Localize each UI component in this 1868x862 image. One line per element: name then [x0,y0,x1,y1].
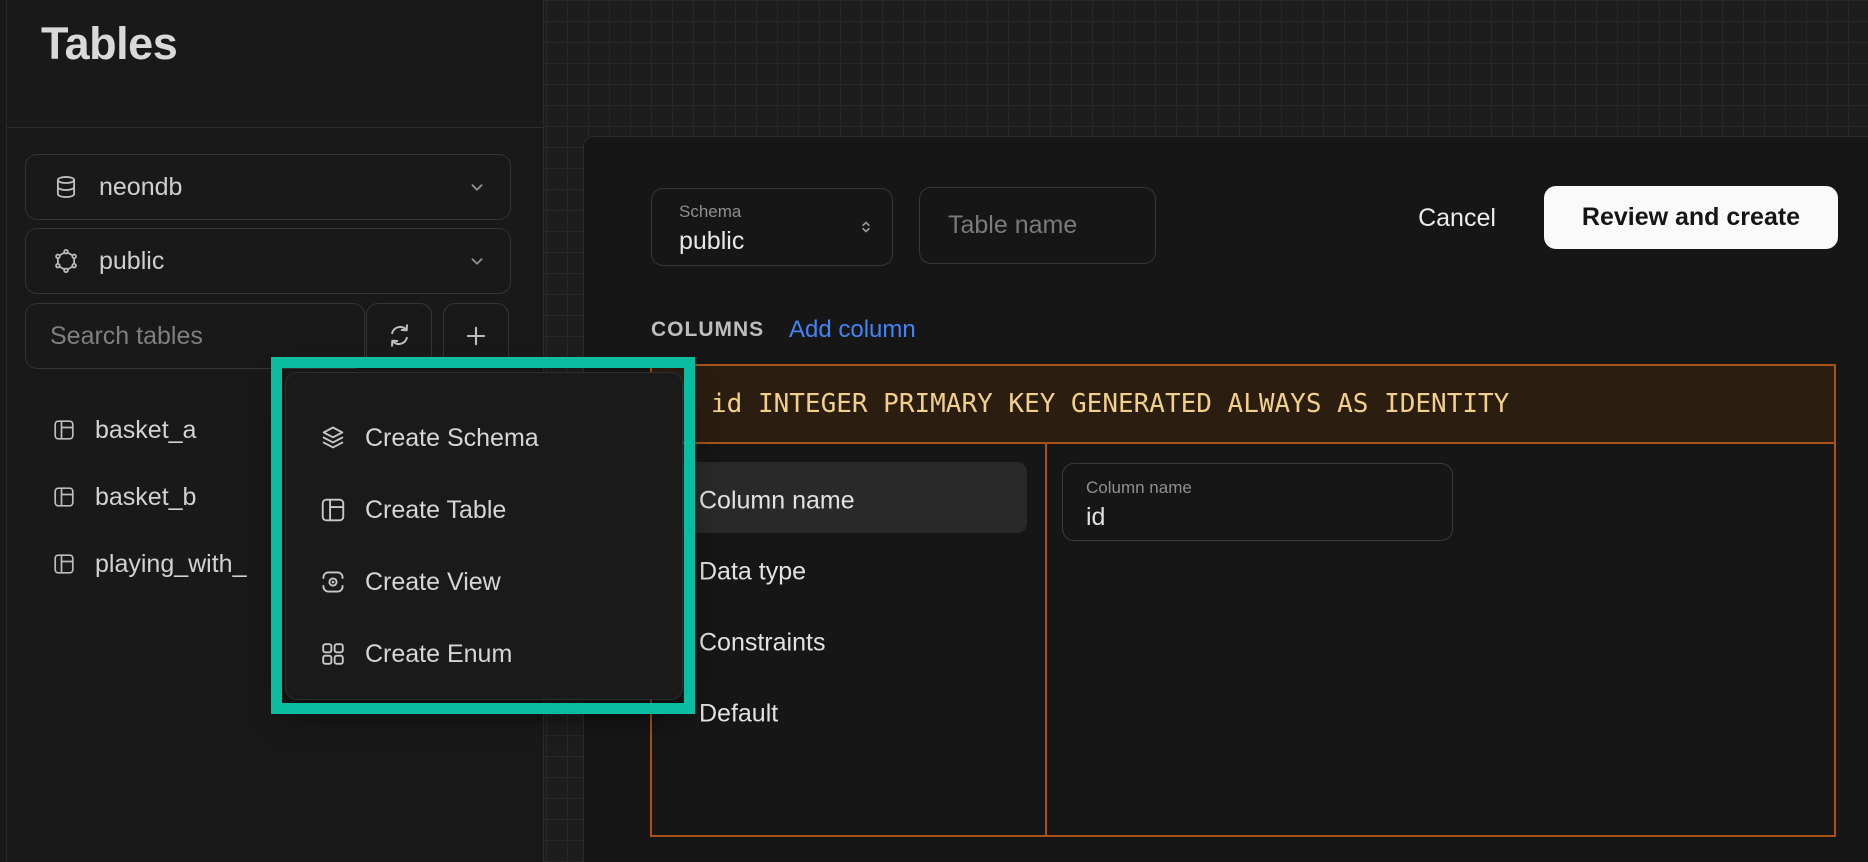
table-row-basket-b[interactable]: basket_b [52,480,196,514]
table-row-label: basket_b [95,483,196,512]
table-row-label: playing_with_ [95,550,247,579]
chevron-down-icon [466,176,488,198]
column-sql-row[interactable]: id INTEGER PRIMARY KEY GENERATED ALWAYS … [652,366,1834,444]
schema-select[interactable]: Schema public [651,188,893,266]
annotation-highlight-frame [271,357,695,714]
page-title: Tables [41,18,177,70]
table-row-playing-with[interactable]: playing_with_ [52,547,247,581]
cancel-button[interactable]: Cancel [1399,191,1515,245]
plus-icon [462,322,490,350]
table-name-placeholder: Table name [948,211,1077,240]
search-tables-placeholder: Search tables [50,322,203,351]
table-row-label: basket_a [95,416,196,445]
columns-section-heading: COLUMNS [651,318,764,342]
database-icon [53,174,79,200]
refresh-icon [386,322,413,349]
table-icon [52,552,76,576]
table-row-basket-a[interactable]: basket_a [52,413,196,447]
create-table-panel: Schema public Table name Cancel Review a… [583,136,1868,862]
column-sql-text: id INTEGER PRIMARY KEY GENERATED ALWAYS … [711,389,1509,419]
tab-constraints[interactable]: Constraints [699,629,825,658]
schema-select-label: Schema [679,202,741,222]
column-name-field-value: id [1086,503,1105,532]
tab-data-type[interactable]: Data type [699,558,806,587]
table-name-input[interactable]: Table name [919,187,1156,264]
tab-default[interactable]: Default [699,700,778,729]
column-name-field-label: Column name [1086,478,1192,498]
schema-sidebar-select[interactable]: public [25,228,511,294]
add-column-link[interactable]: Add column [789,316,916,344]
database-select[interactable]: neondb [25,154,511,220]
chevron-down-icon [466,250,488,272]
table-icon [52,418,76,442]
schema-sidebar-select-value: public [99,247,446,276]
sidebar-divider [7,127,543,128]
schema-icon [53,248,79,274]
schema-select-value: public [679,227,744,256]
updown-chevron-icon [856,217,876,237]
column-editor: id INTEGER PRIMARY KEY GENERATED ALWAYS … [650,364,1836,837]
tab-column-name[interactable]: Column name [699,487,855,516]
editor-divider [1045,444,1047,835]
table-icon [52,485,76,509]
database-select-value: neondb [99,173,446,202]
review-and-create-button[interactable]: Review and create [1544,186,1838,249]
column-name-field[interactable]: Column name id [1062,463,1453,541]
